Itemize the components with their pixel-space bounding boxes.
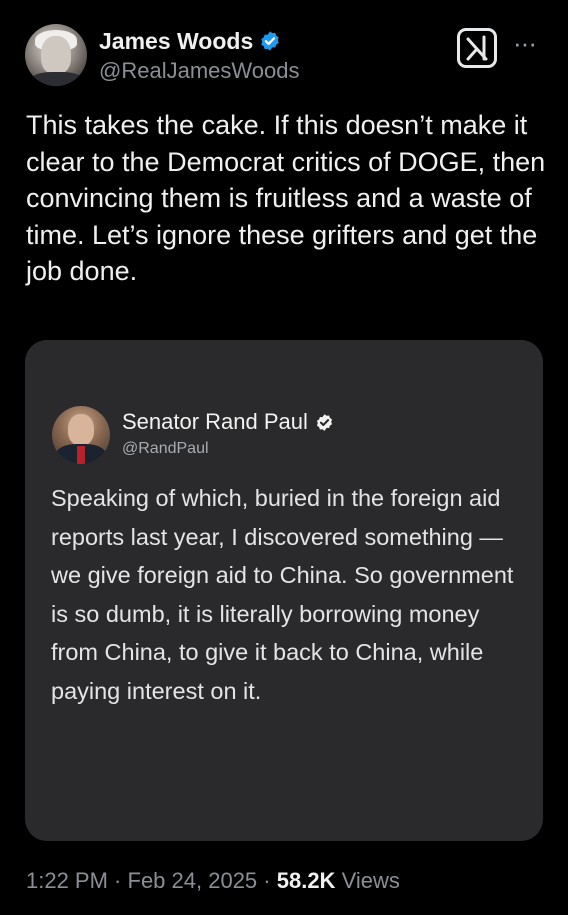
quoted-avatar [52, 406, 110, 464]
meta-separator: · [107, 868, 128, 893]
meta-separator-2: · [257, 868, 277, 893]
avatar[interactable] [25, 24, 87, 86]
quoted-author-handle: @RandPaul [122, 440, 209, 457]
grok-icon[interactable] [457, 28, 497, 68]
quoted-post-text: Speaking of which, buried in the foreign… [51, 485, 514, 704]
post-meta: 1:22 PM · Feb 24, 2025 · 58.2K Views [26, 866, 400, 896]
views-label: Views [335, 868, 400, 893]
post-time[interactable]: 1:22 PM [26, 868, 108, 893]
quoted-verified-badge-icon [316, 413, 332, 431]
author-name-text: James Woods [99, 28, 254, 54]
quoted-author-name-text: Senator Rand Paul [122, 409, 308, 434]
verified-badge-icon [261, 31, 279, 51]
quoted-post-card[interactable]: Senator Rand Paul @RandPaul Speaking of … [25, 340, 543, 841]
author-handle[interactable]: @RealJamesWoods [99, 57, 299, 85]
quoted-author-name: Senator Rand Paul [122, 408, 334, 436]
author-name[interactable]: James Woods [99, 27, 281, 55]
more-icon[interactable]: ··· [513, 30, 537, 56]
post-text: This takes the cake. If this doesn’t mak… [26, 110, 546, 286]
post-date[interactable]: Feb 24, 2025 [128, 868, 258, 893]
views-count[interactable]: 58.2K [277, 868, 336, 893]
